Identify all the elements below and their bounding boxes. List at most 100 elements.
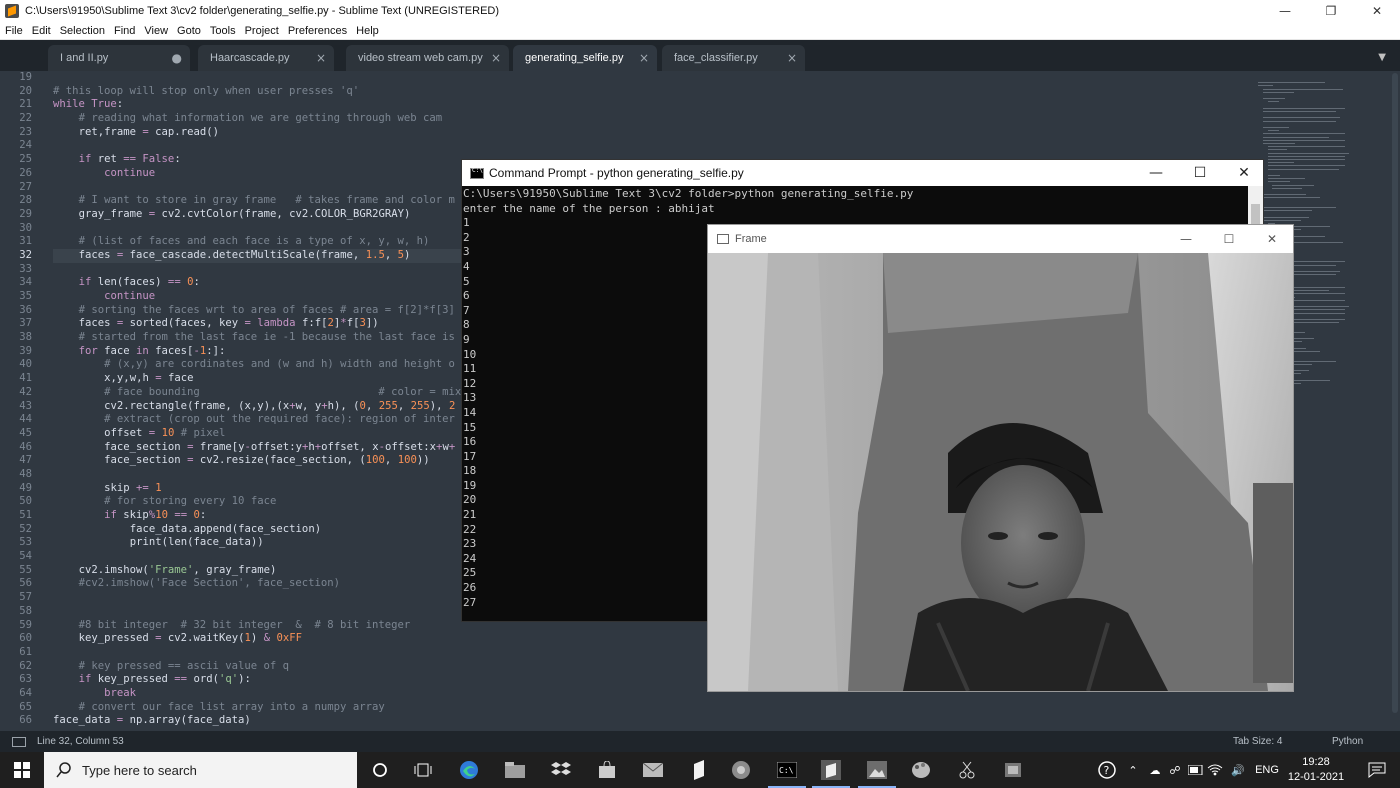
menu-tools[interactable]: Tools (206, 25, 240, 37)
sublime-active-icon[interactable] (808, 752, 854, 788)
line-number: 30 (19, 221, 32, 234)
line-number: 59 (19, 618, 32, 631)
line-number: 35 (19, 290, 32, 302)
taskbar-search-box[interactable]: Type here to search (44, 752, 357, 788)
line-number: 57 (19, 591, 32, 604)
cmd-taskbar-icon[interactable]: C:\ (764, 752, 810, 788)
code-line[interactable]: ret,frame = cap.read() (53, 126, 853, 140)
tab-face-classifier[interactable]: face_classifier.py × (662, 45, 805, 71)
frame-close-button[interactable]: ✕ (1251, 225, 1293, 253)
minimap-line (1262, 127, 1290, 128)
menu-help[interactable]: Help (352, 25, 383, 37)
photos-icon[interactable] (854, 752, 900, 788)
minimize-button[interactable]: — (1262, 0, 1308, 22)
stack-icon[interactable] (990, 752, 1036, 788)
tab-dropdown-icon[interactable]: ▼ (1378, 52, 1386, 63)
cortana-icon[interactable] (357, 752, 403, 788)
chevron-up-icon[interactable]: ⌃ (1122, 752, 1144, 788)
line-number: 38 (19, 331, 32, 344)
tab-video-stream[interactable]: video stream web cam.py × (346, 45, 509, 71)
snip-icon[interactable] (944, 752, 990, 788)
menu-file[interactable]: File (1, 25, 27, 37)
wifi-icon[interactable] (1206, 752, 1224, 788)
battery-icon[interactable] (1186, 752, 1206, 788)
tab-generating-selfie[interactable]: generating_selfie.py × (513, 45, 657, 71)
frame-minimize-button[interactable]: — (1165, 225, 1207, 253)
volume-icon[interactable]: 🔊 (1228, 752, 1248, 788)
code-line[interactable]: face_data = np.array(face_data) (53, 714, 853, 728)
tab-label: face_classifier.py (674, 52, 758, 64)
taskbar-clock[interactable]: 19:28 12-01-2021 (1286, 755, 1346, 785)
line-number: 19 (19, 71, 32, 83)
svg-text:?: ? (1104, 764, 1110, 777)
help-icon[interactable]: ? (1094, 752, 1120, 788)
vertical-scrollbar[interactable] (1392, 73, 1398, 713)
menu-preferences[interactable]: Preferences (284, 25, 351, 37)
windows-start-button[interactable] (0, 752, 44, 788)
minimap-line (1267, 130, 1279, 132)
frame-window[interactable]: Frame — ☐ ✕ (707, 224, 1294, 692)
line-number: 31 (19, 235, 32, 248)
tab-close-icon[interactable]: × (639, 51, 649, 65)
minimap-line (1262, 111, 1336, 112)
maximize-button[interactable]: ❐ (1308, 0, 1354, 22)
line-number: 64 (19, 686, 32, 699)
minimap-line (1262, 207, 1336, 208)
menu-selection[interactable]: Selection (56, 25, 109, 37)
language-indicator[interactable]: ENG (1252, 752, 1282, 788)
line-number: 52 (19, 522, 32, 535)
menu-goto[interactable]: Goto (173, 25, 205, 37)
menu-find[interactable]: Find (110, 25, 139, 37)
tab-close-icon[interactable]: × (787, 51, 797, 65)
line-number-gutter: 19 20 21 22 23 24 25 26 27 28 29 30 31 32 33 34 35 36 37 38… (0, 71, 40, 731)
code-line[interactable]: # convert our face list array into a num… (53, 701, 853, 715)
line-number: 20 (19, 84, 32, 97)
dropbox-icon[interactable] (538, 752, 584, 788)
minimap-line (1262, 139, 1346, 141)
notifications-icon[interactable] (1362, 752, 1392, 788)
webcam-frame-image (708, 253, 1293, 691)
menu-view[interactable]: View (140, 25, 172, 37)
cmd-close-button[interactable]: ✕ (1222, 160, 1266, 186)
svg-text:C:\: C:\ (779, 766, 794, 775)
tab-haarcascade[interactable]: Haarcascade.py × (198, 45, 334, 71)
frame-window-icon (717, 234, 729, 244)
line-number: 66 (19, 714, 32, 727)
menu-project[interactable]: Project (241, 25, 283, 37)
line-number: 41 (19, 372, 32, 385)
code-line[interactable]: # reading what information we are gettin… (53, 112, 853, 126)
chrome-icon[interactable] (718, 752, 764, 788)
code-line[interactable] (53, 139, 853, 153)
minimap-line (1267, 162, 1295, 164)
tab-dirty-indicator[interactable]: ● (172, 51, 182, 65)
line-number: 27 (19, 180, 32, 193)
edge-icon[interactable] (446, 752, 492, 788)
cmd-minimize-button[interactable]: — (1134, 160, 1178, 186)
file-explorer-icon[interactable] (492, 752, 538, 788)
line-number: 44 (19, 413, 32, 426)
menu-edit[interactable]: Edit (28, 25, 55, 37)
code-line[interactable] (53, 71, 853, 85)
tab-i-and-ii[interactable]: I and II.py ● (48, 45, 190, 71)
frame-maximize-button[interactable]: ☐ (1208, 225, 1250, 253)
paint-icon[interactable] (898, 752, 944, 788)
tab-label: video stream web cam.py (358, 52, 483, 64)
task-view-icon[interactable] (400, 752, 446, 788)
network-icon[interactable]: ☍ (1166, 752, 1184, 788)
sublime-taskbar-icon[interactable] (676, 752, 722, 788)
cmd-maximize-button[interactable]: ☐ (1178, 160, 1222, 186)
frame-title: Frame (735, 233, 767, 245)
tab-close-icon[interactable]: × (316, 51, 326, 65)
code-line[interactable]: # this loop will stop only when user pre… (53, 85, 853, 99)
mail-icon[interactable] (630, 752, 676, 788)
tab-size-indicator[interactable]: Tab Size: 4 (1233, 736, 1282, 747)
line-number: 22 (19, 112, 32, 125)
tab-close-icon[interactable]: × (491, 51, 501, 65)
panel-toggle-icon[interactable] (12, 736, 26, 747)
close-button[interactable]: ✕ (1354, 0, 1400, 22)
code-line[interactable]: while True: (53, 98, 853, 112)
store-icon[interactable] (584, 752, 630, 788)
syntax-indicator[interactable]: Python (1332, 736, 1363, 747)
onedrive-icon[interactable]: ☁ (1146, 752, 1164, 788)
minimap-line (1267, 152, 1349, 154)
